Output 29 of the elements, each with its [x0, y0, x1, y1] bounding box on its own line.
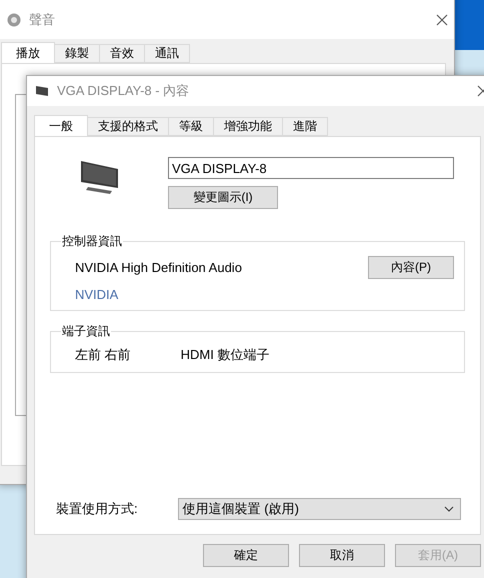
window-title: VGA DISPLAY-8 - 內容	[57, 82, 190, 100]
dialog-button[interactable]: 確定	[203, 544, 289, 567]
jack-connector: HDMI 數位端子	[180, 346, 270, 364]
dialog-button[interactable]: 取消	[299, 544, 385, 567]
change-icon-button[interactable]: 變更圖示(I)	[168, 186, 278, 209]
vendor-name: NVIDIA	[75, 287, 120, 302]
tab[interactable]: 支援的格式	[87, 117, 169, 136]
tab[interactable]: 增強功能	[213, 117, 283, 136]
tab[interactable]: 錄製	[54, 44, 100, 63]
tab[interactable]: 播放	[1, 42, 55, 63]
tab[interactable]: 等級	[168, 117, 214, 136]
close-icon[interactable]	[436, 14, 448, 26]
controller-name: NVIDIA High Definition Audio	[75, 260, 242, 275]
tab[interactable]: 音效	[99, 44, 145, 63]
name-field[interactable]: VGA DISPLAY-8	[168, 157, 454, 179]
tab[interactable]: 進階	[282, 117, 328, 136]
tab[interactable]: 一般	[34, 115, 88, 136]
chevron-icon	[444, 506, 454, 512]
speaker-icon	[7, 12, 21, 28]
properties-button[interactable]: 內容(P)	[368, 256, 454, 279]
usage-label: 裝置使用方式:	[56, 500, 138, 518]
group-title: 控制器資訊	[61, 233, 123, 250]
jack-channels: 左前 右前	[75, 346, 131, 364]
group-title: 端子資訊	[61, 323, 111, 340]
window-title: 聲音	[29, 11, 56, 29]
usage-dropdown[interactable]: 使用這個裝置 (啟用)	[178, 498, 461, 520]
monitor-icon	[35, 85, 49, 97]
tab[interactable]: 通訊	[144, 44, 190, 63]
background-window	[455, 0, 484, 50]
